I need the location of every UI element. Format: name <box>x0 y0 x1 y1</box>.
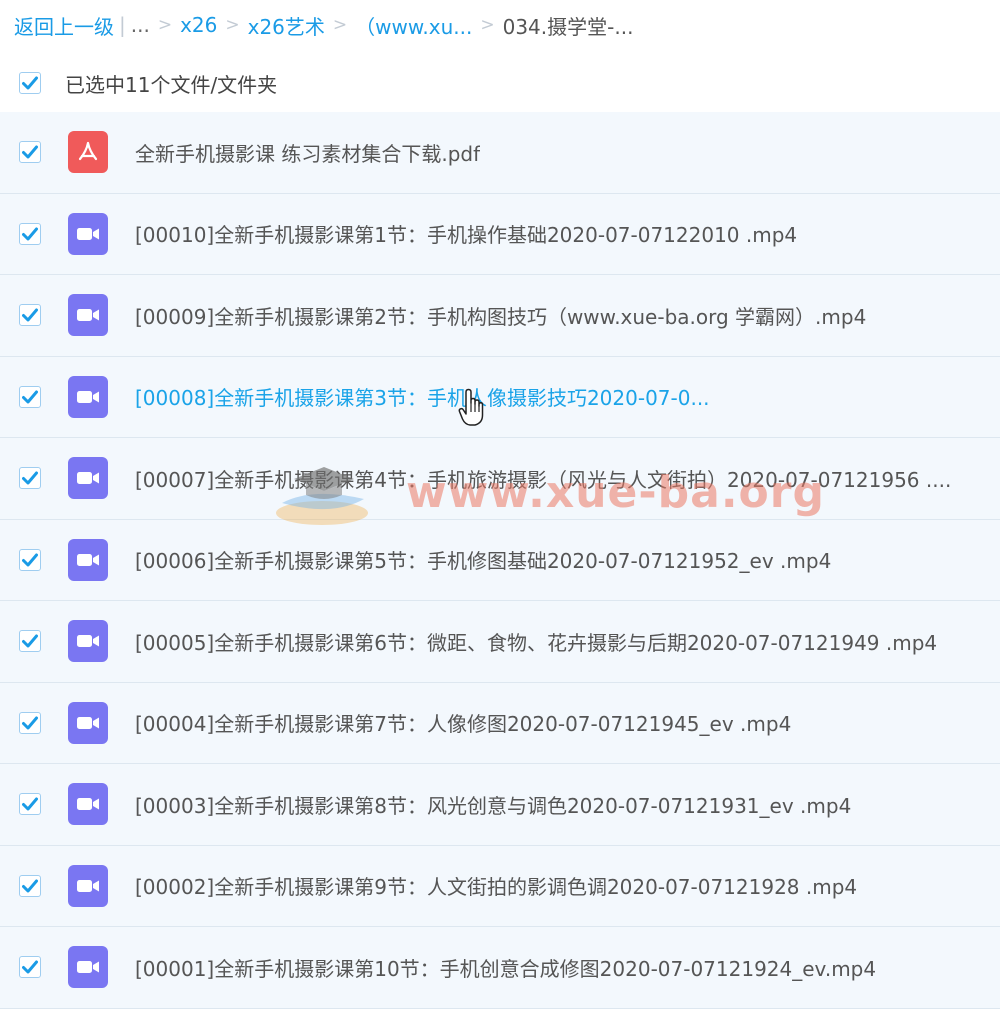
file-row[interactable]: [00007]全新手机摄影课第4节：手机旅游摄影（风光与人文街拍）2020-07… <box>0 438 1000 520</box>
select-all-checkbox[interactable] <box>19 72 41 94</box>
file-name[interactable]: [00002]全新手机摄影课第9节：人文街拍的影调色调2020-07-07121… <box>135 871 857 900</box>
breadcrumb: 返回上一级 | ... > x26 > x26艺术 > （www.xu... >… <box>0 0 1000 50</box>
breadcrumb-divider: | <box>119 13 126 37</box>
row-checkbox[interactable] <box>19 141 41 164</box>
chevron-right-icon: > <box>225 15 240 35</box>
row-checkbox[interactable] <box>19 222 41 245</box>
file-row[interactable]: [00002]全新手机摄影课第9节：人文街拍的影调色调2020-07-07121… <box>0 845 1000 927</box>
checkmark-icon <box>22 390 38 404</box>
breadcrumb-item-x26-art[interactable]: x26艺术 <box>248 11 325 40</box>
file-row[interactable]: [00010]全新手机摄影课第1节：手机操作基础2020-07-07122010… <box>0 193 1000 275</box>
breadcrumb-current: 034.摄学堂-... <box>502 14 634 39</box>
checkmark-icon <box>22 145 38 159</box>
row-checkbox[interactable] <box>19 956 41 979</box>
file-row[interactable]: 全新手机摄影课 练习素材集合下载.pdf <box>0 112 1000 194</box>
video-icon <box>68 457 108 500</box>
file-row[interactable]: [00004]全新手机摄影课第7节：人像修图2020-07-07121945_e… <box>0 682 1000 764</box>
checkmark-icon <box>22 879 38 893</box>
file-row[interactable]: [00008]全新手机摄影课第3节：手机人像摄影技巧2020-07-0... <box>0 356 1000 438</box>
file-name[interactable]: [00006]全新手机摄影课第5节：手机修图基础2020-07-07121952… <box>135 545 831 574</box>
file-name[interactable]: [00010]全新手机摄影课第1节：手机操作基础2020-07-07122010… <box>135 219 797 248</box>
checkmark-icon <box>22 716 38 730</box>
breadcrumb-item-x26[interactable]: x26 <box>180 13 217 37</box>
checkmark-icon <box>22 308 38 322</box>
checkmark-icon <box>22 227 38 241</box>
video-icon <box>68 212 108 255</box>
file-row[interactable]: [00005]全新手机摄影课第6节：微距、食物、花卉摄影与后期2020-07-0… <box>0 601 1000 683</box>
pdf-icon <box>68 131 108 174</box>
checkmark-icon <box>22 553 38 567</box>
file-list: 全新手机摄影课 练习素材集合下载.pdf [00010]全新手机摄影课第1节：手… <box>0 112 1000 1009</box>
row-checkbox[interactable] <box>19 467 41 490</box>
video-icon <box>68 701 108 744</box>
file-name[interactable]: [00009]全新手机摄影课第2节：手机构图技巧（www.xue-ba.org … <box>135 301 866 330</box>
breadcrumb-item-xueba[interactable]: （www.xu... <box>355 11 472 40</box>
row-checkbox[interactable] <box>19 630 41 653</box>
checkmark-icon <box>22 471 38 485</box>
selection-count-label: 已选中11个文件/文件夹 <box>65 72 278 97</box>
row-checkbox[interactable] <box>19 304 41 327</box>
checkmark-icon <box>22 76 38 90</box>
chevron-right-icon: > <box>480 15 495 35</box>
file-name[interactable]: [00003]全新手机摄影课第8节：风光创意与调色2020-07-0712193… <box>135 790 851 819</box>
video-icon <box>68 620 108 663</box>
file-row[interactable]: [00003]全新手机摄影课第8节：风光创意与调色2020-07-0712193… <box>0 764 1000 846</box>
row-checkbox[interactable] <box>19 793 41 816</box>
row-checkbox[interactable] <box>19 874 41 897</box>
row-checkbox[interactable] <box>19 711 41 734</box>
checkmark-icon <box>22 960 38 974</box>
video-icon <box>68 375 108 418</box>
checkmark-icon <box>22 634 38 648</box>
file-name[interactable]: [00007]全新手机摄影课第4节：手机旅游摄影（风光与人文街拍）2020-07… <box>135 464 951 493</box>
video-icon <box>68 946 108 989</box>
file-name[interactable]: [00004]全新手机摄影课第7节：人像修图2020-07-07121945_e… <box>135 708 791 737</box>
video-icon <box>68 538 108 581</box>
chevron-right-icon: > <box>332 15 348 35</box>
video-icon <box>68 294 108 337</box>
file-name[interactable]: [00005]全新手机摄影课第6节：微距、食物、花卉摄影与后期2020-07-0… <box>135 627 937 656</box>
file-name[interactable]: 全新手机摄影课 练习素材集合下载.pdf <box>135 138 480 167</box>
back-link[interactable]: 返回上一级 <box>14 11 114 40</box>
breadcrumb-ellipsis[interactable]: ... <box>131 13 150 37</box>
file-row[interactable]: [00006]全新手机摄影课第5节：手机修图基础2020-07-07121952… <box>0 519 1000 601</box>
row-checkbox[interactable] <box>19 548 41 571</box>
file-name[interactable]: [00001]全新手机摄影课第10节：手机创意合成修图2020-07-07121… <box>135 953 876 982</box>
video-icon <box>68 864 108 907</box>
row-checkbox[interactable] <box>19 385 41 408</box>
file-row[interactable]: [00001]全新手机摄影课第10节：手机创意合成修图2020-07-07121… <box>0 927 1000 1009</box>
select-all-bar: 已选中11个文件/文件夹 <box>0 58 1000 108</box>
file-row[interactable]: [00009]全新手机摄影课第2节：手机构图技巧（www.xue-ba.org … <box>0 275 1000 357</box>
checkmark-icon <box>22 797 38 811</box>
file-name[interactable]: [00008]全新手机摄影课第3节：手机人像摄影技巧2020-07-0... <box>135 382 710 411</box>
video-icon <box>68 783 108 826</box>
chevron-right-icon: > <box>157 15 173 35</box>
